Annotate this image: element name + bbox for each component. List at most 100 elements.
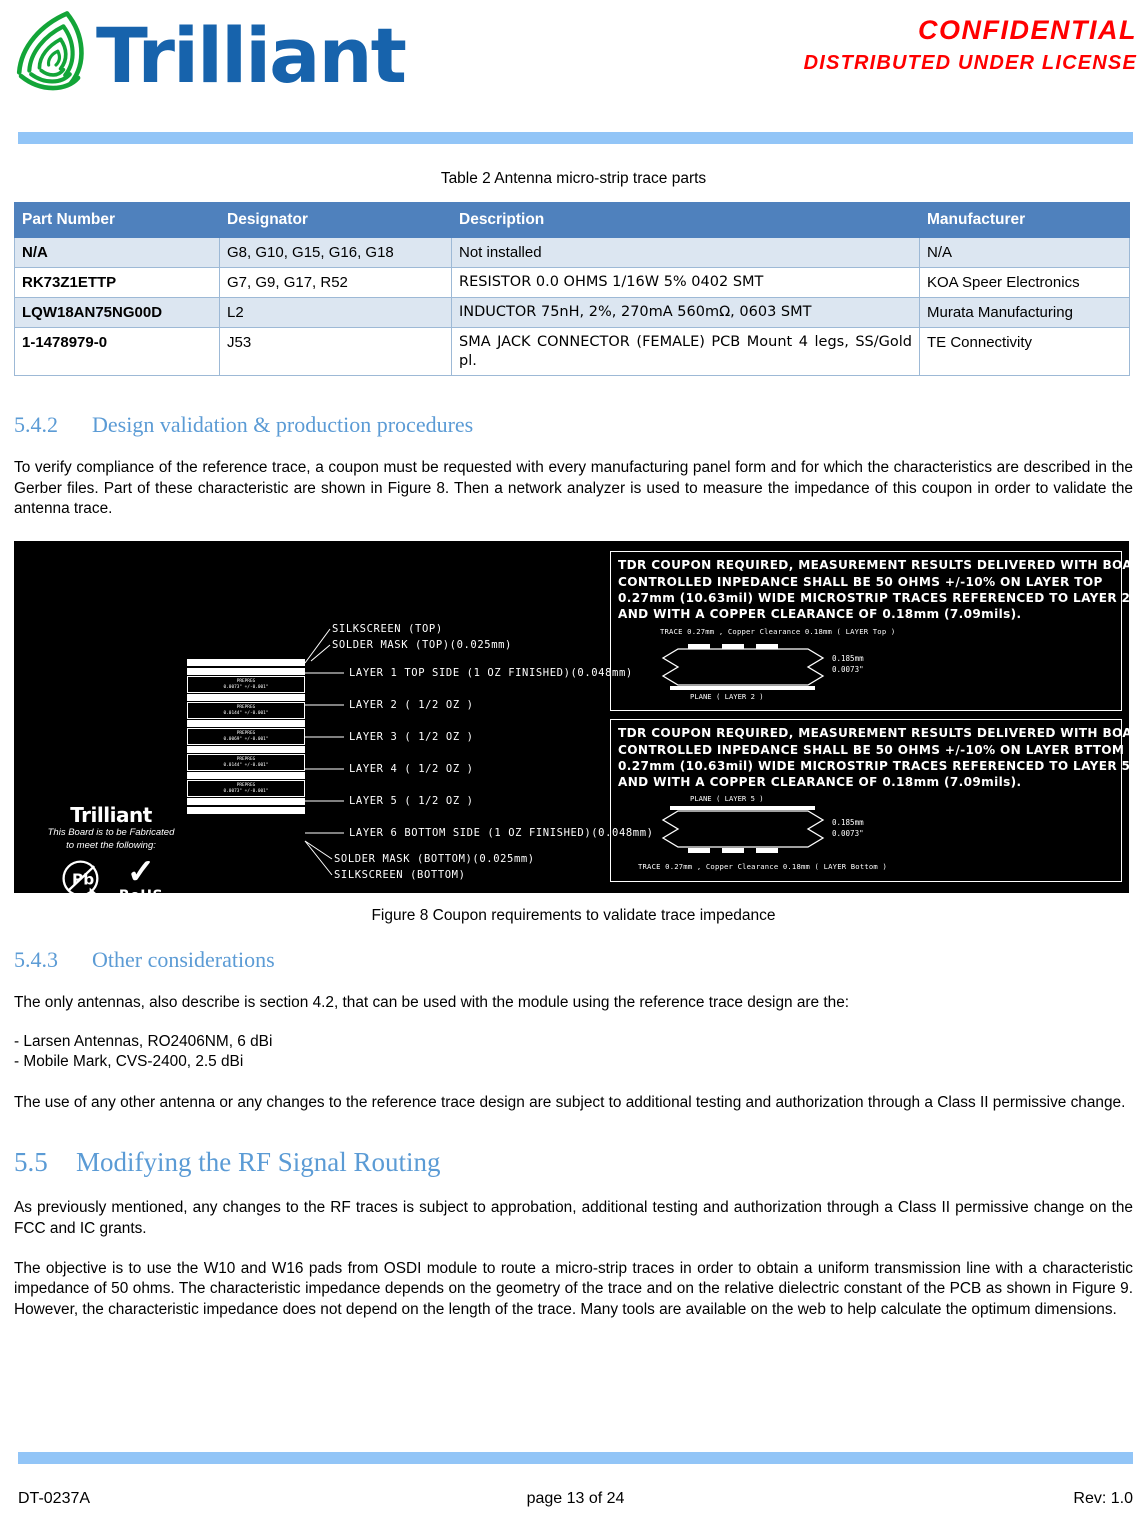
label-silkscreen-top: SILKSCREEN (TOP) — [332, 623, 443, 636]
tdr-top-line-1: TDR COUPON REQUIRED, MEASUREMENT RESULTS… — [618, 558, 1129, 573]
stackup-layer-3 — [187, 720, 305, 728]
stackup-silkscreen-top — [187, 659, 305, 667]
tdr-top-line-3: 0.27mm (10.63mil) WIDE MICROSTRIP TRACES… — [618, 590, 1129, 605]
stackup-prepreg-3: PREPREG 0.0069" +/-0.001" — [187, 728, 305, 746]
figure-8-caption: Figure 8 Coupon requirements to validate… — [371, 907, 776, 925]
cell-description: RESISTOR 0.0 OHMS 1/16W 5% 0402 SMT — [451, 267, 920, 299]
tdr-bottom-dimension: 0.185mm 0.0073" — [832, 818, 864, 840]
compliance-marks: Pb ✓ RoHS — [36, 853, 186, 894]
confidential-notice: CONFIDENTIAL DISTRIBUTED UNDER LICENSE — [804, 14, 1137, 78]
page-content: Table 2 Antenna micro-strip trace parts … — [14, 160, 1133, 1320]
table-row: 1-1478979-0 J53 SMA JACK CONNECTOR (FEMA… — [14, 327, 1130, 377]
tdr-coupon-bottom-note: TDR COUPON REQUIRED, MEASUREMENT RESULTS… — [610, 719, 1129, 883]
cell-part-number: N/A — [14, 236, 220, 269]
paragraph-5-4-3-outro: The use of any other antenna or any chan… — [14, 1094, 1126, 1112]
prepreg-thickness: 0.0069" +/-0.001" — [223, 736, 269, 742]
cell-manufacturer: KOA Speer Electronics — [919, 267, 1130, 299]
tdr-bottom-plane-note: PLANE ( LAYER 5 ) — [690, 793, 764, 803]
tdr-top-dim-in: 0.0073" — [832, 664, 864, 674]
antenna-item-larsen: - Larsen Antennas, RO2406NM, 6 dBi — [14, 1032, 273, 1050]
prepreg-name: PREPREG — [236, 731, 256, 737]
column-header-designator: Designator — [219, 202, 452, 238]
table-row: RK73Z1ETTP G7, G9, G17, R52 RESISTOR 0.0… — [14, 267, 1130, 299]
stackup-layer-5 — [187, 772, 305, 780]
figure-8-image: PREPREG 0.0073" +/-0.001" PREPREG 0.0144… — [14, 541, 1129, 894]
cell-description: Not installed — [451, 236, 920, 269]
tdr-coupon-top-note: TDR COUPON REQUIRED, MEASUREMENT RESULTS… — [610, 551, 1129, 712]
cell-manufacturer: TE Connectivity — [919, 327, 1130, 377]
prepreg-name: PREPREG — [236, 705, 256, 711]
tdr-top-trace-note: TRACE 0.27mm , Copper Clearance 0.18mm (… — [660, 626, 896, 636]
stackup-prepreg-2: PREPREG 0.0144" +/-0.001" — [187, 702, 305, 720]
label-layer-1: LAYER 1 TOP SIDE (1 OZ FINISHED)(0.048mm… — [349, 667, 633, 680]
cell-designator: L2 — [219, 297, 452, 329]
cell-part-number: 1-1478979-0 — [14, 327, 220, 377]
tdr-top-plane-note: PLANE ( LAYER 2 ) — [690, 691, 764, 701]
heading-number: 5.5 — [14, 1147, 48, 1178]
footer-page-number: page 13 of 24 — [526, 1490, 625, 1507]
page-footer: DT-0237A page 13 of 24 Rev: 1.0 — [18, 1490, 1133, 1508]
stackup-prepreg-1: PREPREG 0.0073" +/-0.001" — [187, 676, 305, 694]
prepreg-thickness: 0.0144" +/-0.001" — [223, 762, 269, 768]
heading-title: Other considerations — [92, 947, 275, 973]
stackup-layer-1 — [187, 668, 305, 676]
label-solder-mask-top: SOLDER MASK (TOP)(0.025mm) — [332, 639, 512, 652]
table-row: LQW18AN75NG00D L2 INDUCTOR 75nH, 2%, 270… — [14, 297, 1130, 329]
label-layer-6: LAYER 6 BOTTOM SIDE (1 OZ FINISHED)(0.04… — [349, 827, 654, 840]
heading-5-4-2: 5.4.2 Design validation & production pro… — [14, 412, 1133, 438]
label-silkscreen-bottom: SILKSCREEN (BOTTOM) — [334, 869, 466, 882]
tdr-top-line-4: AND WITH A COPPER CLEARANCE OF 0.18mm (7… — [618, 606, 1022, 621]
cell-description: SMA JACK CONNECTOR (FEMALE) PCB Mount 4 … — [451, 327, 920, 377]
svg-text:Pb: Pb — [72, 871, 94, 889]
fab-note-line-2: to meet the following: — [66, 840, 156, 852]
stackup-layer-6 — [187, 798, 305, 806]
tdr-top-cross-section — [661, 643, 825, 690]
heading-number: 5.4.2 — [14, 412, 58, 438]
cell-designator: G8, G10, G15, G16, G18 — [219, 236, 452, 269]
label-solder-mask-bottom: SOLDER MASK (BOTTOM)(0.025mm) — [334, 853, 535, 866]
prepreg-thickness: 0.0073" +/-0.001" — [223, 788, 269, 794]
rohs-label: RoHS — [119, 888, 163, 894]
stackup-silkscreen-bottom — [187, 807, 305, 815]
tdr-bottom-line-4: AND WITH A COPPER CLEARANCE OF 0.18mm (7… — [618, 774, 1022, 789]
antenna-list: - Larsen Antennas, RO2406NM, 6 dBi - Mob… — [14, 1032, 1133, 1073]
column-header-manufacturer: Manufacturer — [919, 202, 1130, 238]
column-header-description: Description — [451, 202, 920, 238]
cell-designator: J53 — [219, 327, 452, 377]
paragraph-5-5-first: As previously mentioned, any changes to … — [14, 1199, 1133, 1237]
stackup-layer-4 — [187, 746, 305, 754]
checkmark-icon: ✓ — [126, 853, 156, 892]
cell-part-number: RK73Z1ETTP — [14, 267, 220, 299]
heading-title: Design validation & production procedure… — [92, 412, 474, 438]
cell-designator: G7, G9, G17, R52 — [219, 267, 452, 299]
tdr-bottom-line-2: CONTROLLED INPEDANCE SHALL BE 50 OHMS +/… — [618, 742, 1125, 757]
label-layer-3: LAYER 3 ( 1/2 OZ ) — [349, 731, 474, 744]
tdr-bottom-trace-note: TRACE 0.27mm , Copper Clearance 0.18mm (… — [638, 861, 887, 871]
prepreg-thickness: 0.0073" +/-0.001" — [223, 684, 269, 690]
rohs-icon: ✓ RoHS — [119, 853, 163, 894]
table-header-row: Part Number Designator Description Manuf… — [14, 202, 1130, 238]
label-layer-4: LAYER 4 ( 1/2 OZ ) — [349, 763, 474, 776]
prepreg-name: PREPREG — [236, 679, 256, 685]
column-header-part-number: Part Number — [14, 202, 220, 238]
cell-manufacturer: Murata Manufacturing — [919, 297, 1130, 329]
label-layer-2: LAYER 2 ( 1/2 OZ ) — [349, 699, 474, 712]
prepreg-name: PREPREG — [236, 783, 256, 789]
tdr-bottom-dim-in: 0.0073" — [832, 828, 864, 838]
brand-logo: Trilliant — [10, 6, 407, 102]
footer-document-id: DT-0237A — [18, 1490, 91, 1507]
distribution-label: DISTRIBUTED UNDER LICENSE — [803, 51, 1137, 74]
fab-note-line-1: This Board is to be Fabricated — [47, 827, 175, 839]
tdr-bottom-line-1: TDR COUPON REQUIRED, MEASUREMENT RESULTS… — [618, 726, 1129, 741]
cell-part-number: LQW18AN75NG00D — [14, 297, 220, 329]
heading-5-4-3: 5.4.3 Other considerations — [14, 947, 1133, 973]
stackup-prepreg-5: PREPREG 0.0073" +/-0.001" — [187, 780, 305, 798]
page-header: Trilliant CONFIDENTIAL DISTRIBUTED UNDER… — [0, 0, 1143, 144]
tdr-bottom-dim-mm: 0.185mm — [832, 817, 864, 827]
antenna-parts-table: Part Number Designator Description Manuf… — [14, 202, 1130, 377]
tdr-top-dimension: 0.185mm 0.0073" — [832, 654, 864, 676]
paragraph-5-5-second: The objective is to use the W10 and W16 … — [14, 1260, 1133, 1318]
confidential-label: CONFIDENTIAL — [918, 15, 1137, 45]
pb-free-icon: Pb — [59, 857, 105, 894]
fig-brand-wordmark: Trilliant — [70, 803, 152, 828]
